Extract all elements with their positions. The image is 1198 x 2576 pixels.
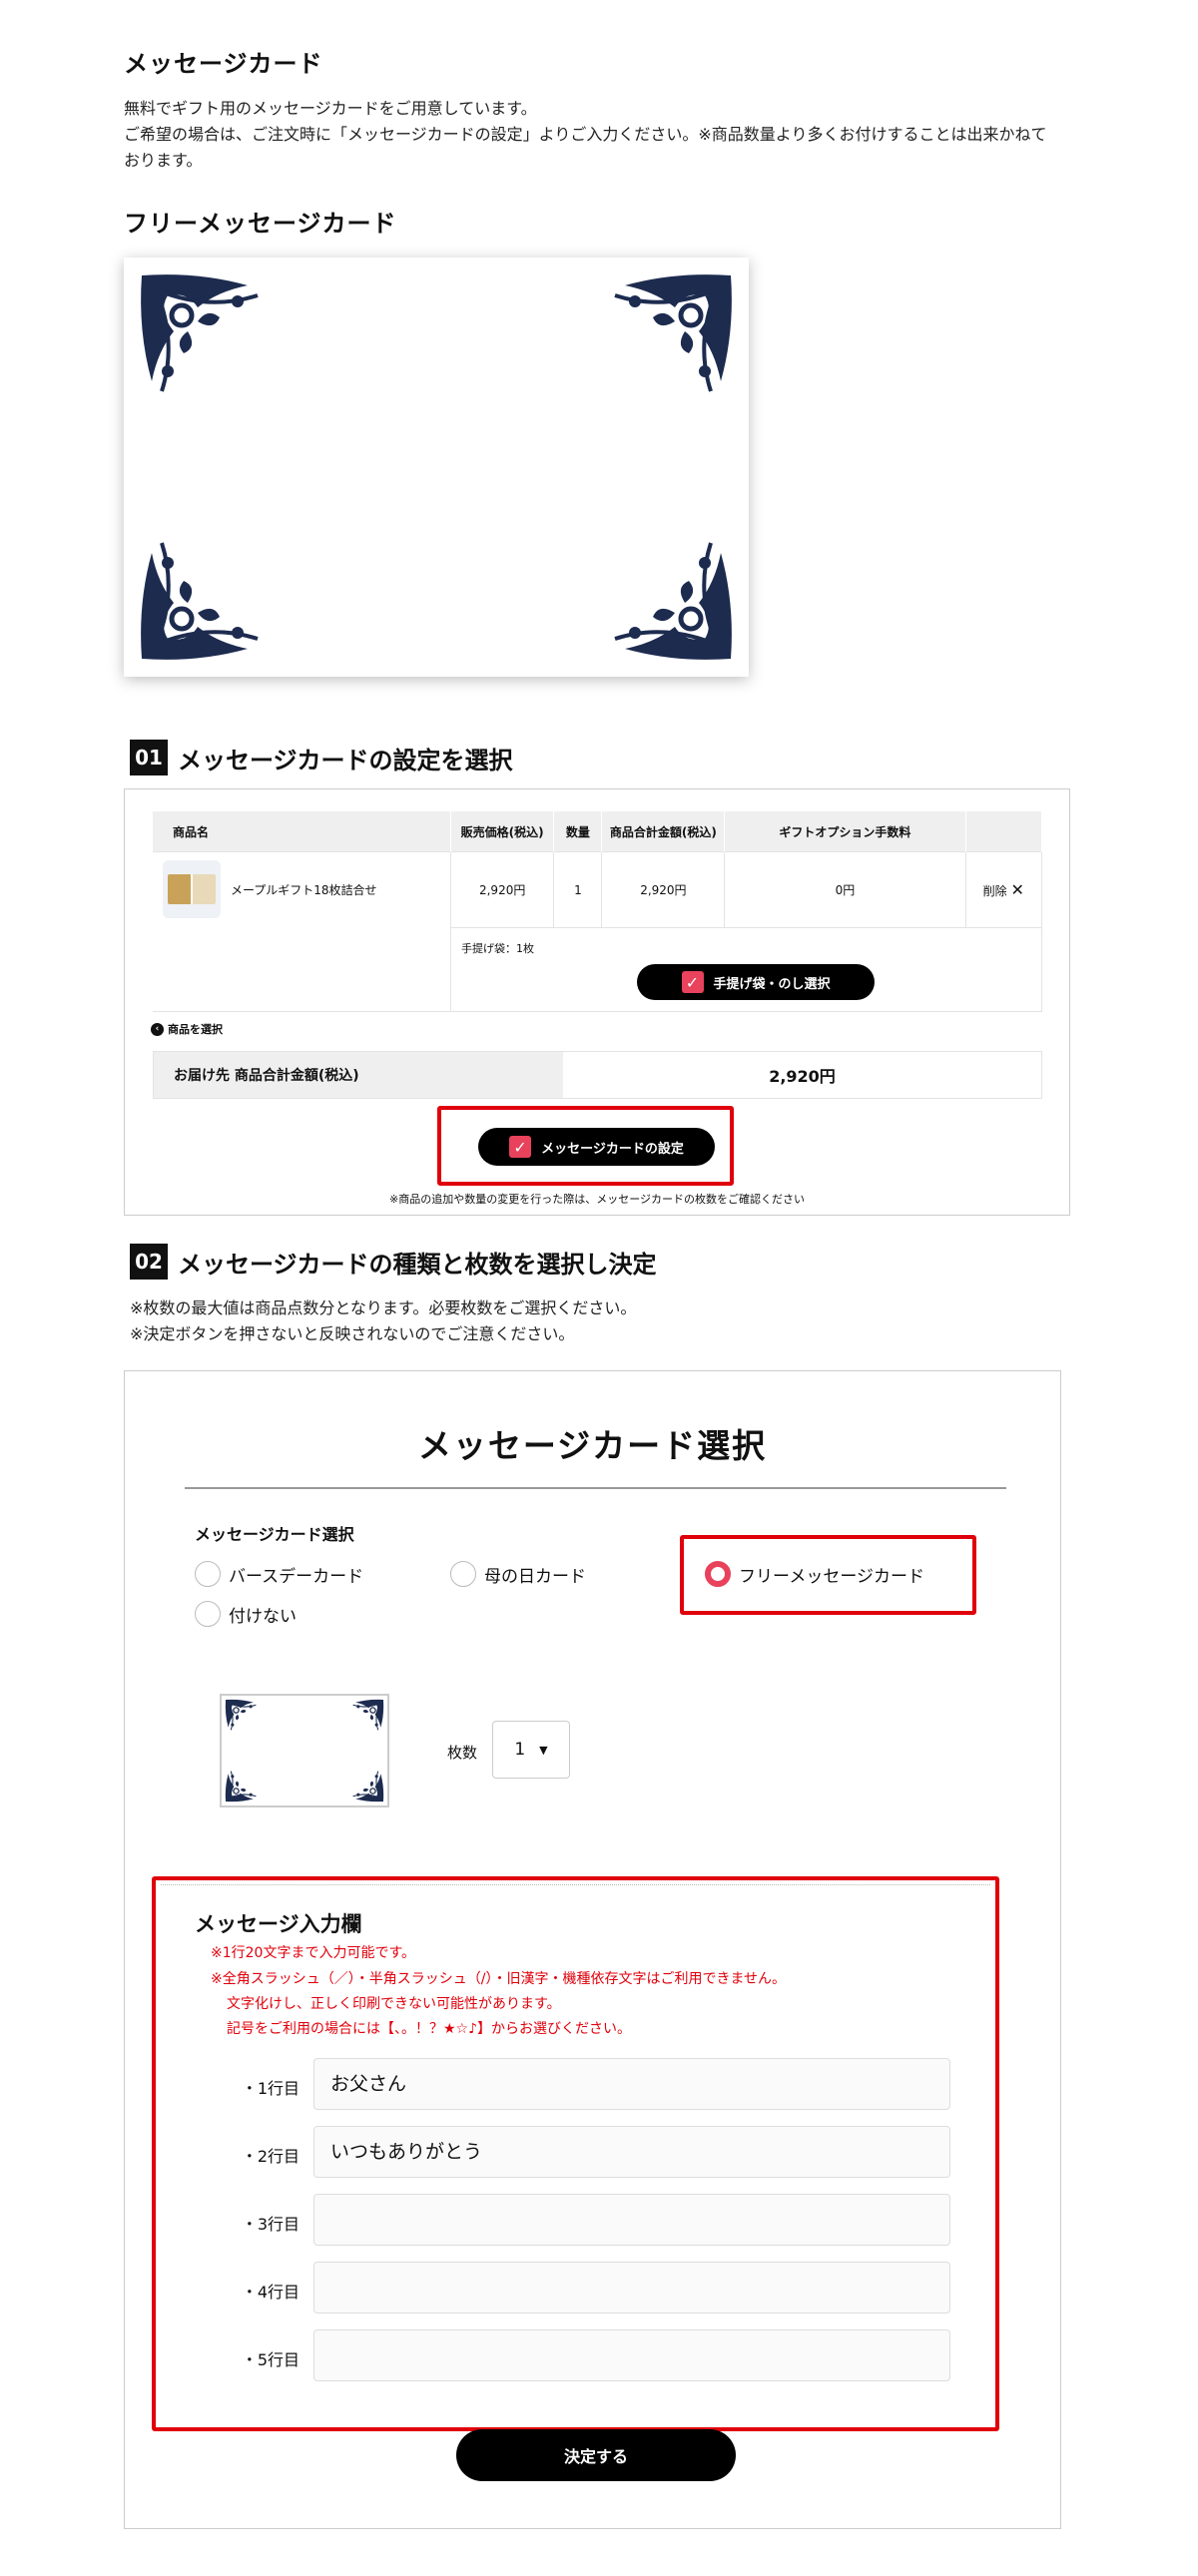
line-1-label: ・1行目 xyxy=(241,2079,300,2098)
radio-free-message[interactable] xyxy=(705,1561,731,1587)
cart-box: 商品名 販売価格(税込) 数量 商品合計金額(税込) ギフトオプション手数料 メ… xyxy=(124,788,1070,1216)
table-row: メープルギフト18枚詰合せ 2,920円 1 2,920円 0円 削除 ✕ xyxy=(153,851,1042,1012)
step1-heading: 01 メッセージカードの設定を選択 xyxy=(130,740,513,775)
col-header-name: 商品名 xyxy=(153,811,452,852)
section-desc-1: 無料でギフト用のメッセージカードをご用意しています。 xyxy=(124,99,537,118)
line-4-label: ・4行目 xyxy=(241,2283,300,2302)
ornament-icon xyxy=(351,1770,384,1803)
chevron-left-icon: ‹ xyxy=(151,1022,164,1036)
line-3-input[interactable] xyxy=(313,2194,950,2246)
ornament-icon xyxy=(225,1699,258,1732)
section-title: メッセージカード xyxy=(124,50,323,78)
check-icon: ✓ xyxy=(681,971,704,993)
title-divider xyxy=(185,1487,1006,1489)
line-1-input[interactable]: お父さん xyxy=(313,2058,950,2110)
col-header-subtotal: 商品合計金額(税込) xyxy=(601,811,726,852)
option-free-message-label: フリーメッセージカード xyxy=(739,1566,924,1587)
option-none-label: 付けない xyxy=(229,1606,297,1627)
total-value: 2,920円 xyxy=(769,1067,836,1086)
step2-number: 02 xyxy=(130,1244,168,1280)
rule-3: 文字化けし、正しく印刷できない可能性があります。 xyxy=(227,1996,561,2012)
product-thumbnail[interactable] xyxy=(163,860,221,918)
radio-mothers-day[interactable] xyxy=(450,1561,476,1587)
ornament-top-left-icon xyxy=(138,271,268,401)
line-3-label: ・3行目 xyxy=(241,2215,300,2234)
product-name[interactable]: メープルギフト18枚詰合せ xyxy=(231,881,377,898)
message-card-setting-button[interactable]: ✓ メッセージカードの設定 xyxy=(478,1128,715,1166)
col-header-price: 販売価格(税込) xyxy=(450,811,555,852)
close-icon: ✕ xyxy=(1010,880,1024,899)
total-row: お届け先 商品合計金額(税込) 2,920円 xyxy=(153,1051,1042,1099)
step1-number: 01 xyxy=(130,740,168,775)
line-2-label: ・2行目 xyxy=(241,2147,300,2166)
ornament-top-right-icon xyxy=(605,271,735,401)
line-5-label: ・5行目 xyxy=(241,2350,300,2369)
col-header-qty: 数量 xyxy=(553,811,603,852)
bag-note: 手提げ袋：1枚 xyxy=(461,942,535,955)
count-label: 枚数 xyxy=(447,1744,478,1762)
option-mothers-day[interactable]: 母の日カード xyxy=(450,1561,586,1587)
product-subtotal: 2,920円 xyxy=(601,851,726,928)
card-footnote: ※商品の追加や数量の変更を行った際は、メッセージカードの枚数をご確認ください xyxy=(389,1193,805,1206)
step2-heading: 02 メッセージカードの種類と枚数を選択し決定 xyxy=(130,1244,657,1280)
step2-note-1: ※枚数の最大値は商品点数分となります。必要枚数をご選択ください。 xyxy=(130,1298,637,1317)
step2-title: メッセージカードの種類と枚数を選択し決定 xyxy=(178,1250,657,1279)
rule-4: 記号をご利用の場合には【、。！？★☆♪】からお選びください。 xyxy=(227,2021,632,2037)
chevron-down-icon: ▼ xyxy=(539,1743,548,1757)
section-desc-2: ご希望の場合は、ご注文時に「メッセージカードの設定」よりご入力ください。※商品数… xyxy=(124,125,1047,144)
step1-title: メッセージカードの設定を選択 xyxy=(178,746,513,774)
cart-table: 商品名 販売価格(税込) 数量 商品合計金額(税込) ギフトオプション手数料 メ… xyxy=(153,811,1042,1012)
free-message-card-preview xyxy=(124,258,749,677)
col-header-action xyxy=(965,811,1042,852)
radio-none[interactable] xyxy=(195,1601,221,1627)
ornament-bottom-right-icon xyxy=(605,533,735,663)
count-select[interactable]: 1 ▼ xyxy=(492,1721,570,1779)
col-header-fee: ギフトオプション手数料 xyxy=(724,811,966,852)
rule-1: ※1行20文字まで入力可能です。 xyxy=(211,1945,416,1961)
total-label: お届け先 商品合計金額(税込) xyxy=(154,1052,563,1098)
section-desc-3: おります。 xyxy=(124,151,203,170)
delete-label: 削除 xyxy=(982,884,1007,898)
option-none[interactable]: 付けない xyxy=(195,1601,297,1627)
bag-noshi-select-label: 手提げ袋・のし選択 xyxy=(713,976,831,992)
ornament-icon xyxy=(351,1699,384,1732)
select-product-label: 商品を選択 xyxy=(168,1023,223,1036)
free-card-title: フリーメッセージカード xyxy=(124,210,397,238)
step2-note-2: ※決定ボタンを押さないと反映されないのでご注意ください。 xyxy=(130,1324,575,1343)
input-divider xyxy=(161,1884,990,1886)
product-qty: 1 xyxy=(553,851,603,928)
option-free-message[interactable]: フリーメッセージカード xyxy=(705,1561,924,1587)
bag-noshi-select-button[interactable]: ✓ 手提げ袋・のし選択 xyxy=(637,964,876,1000)
select-product-link[interactable]: ‹ 商品を選択 xyxy=(151,1021,223,1037)
ornament-icon xyxy=(225,1770,258,1803)
delete-button[interactable]: 削除 ✕ xyxy=(964,851,1042,928)
line-5-input[interactable] xyxy=(313,2329,950,2381)
count-value: 1 xyxy=(514,1740,526,1760)
option-birthday[interactable]: バースデーカード xyxy=(195,1561,363,1587)
submit-button[interactable]: 決定する xyxy=(456,2429,736,2481)
line-2-input[interactable]: いつもありがとう xyxy=(313,2126,950,2178)
ornament-bottom-left-icon xyxy=(138,533,268,663)
card-select-label: メッセージカード選択 xyxy=(195,1525,354,1544)
option-birthday-label: バースデーカード xyxy=(229,1566,364,1587)
message-card-setting-label: メッセージカードの設定 xyxy=(541,1141,684,1157)
product-fee: 0円 xyxy=(724,851,966,928)
radio-birthday[interactable] xyxy=(195,1561,221,1587)
card-thumbnail xyxy=(220,1694,389,1807)
product-price: 2,920円 xyxy=(450,851,555,928)
panel-title: メッセージカード選択 xyxy=(417,1426,768,1465)
rule-2: ※全角スラッシュ（／）・半角スラッシュ（/）・旧漢字・機種依存文字はご利用できま… xyxy=(211,1971,787,1987)
line-4-input[interactable] xyxy=(313,2262,950,2314)
input-title: メッセージ入力欄 xyxy=(195,1912,362,1936)
message-card-panel: メッセージカード選択 メッセージカード選択 バースデーカード 母の日カード フリ… xyxy=(124,1370,1061,2529)
option-mothers-day-label: 母の日カード xyxy=(484,1566,586,1587)
check-icon: ✓ xyxy=(509,1136,532,1158)
